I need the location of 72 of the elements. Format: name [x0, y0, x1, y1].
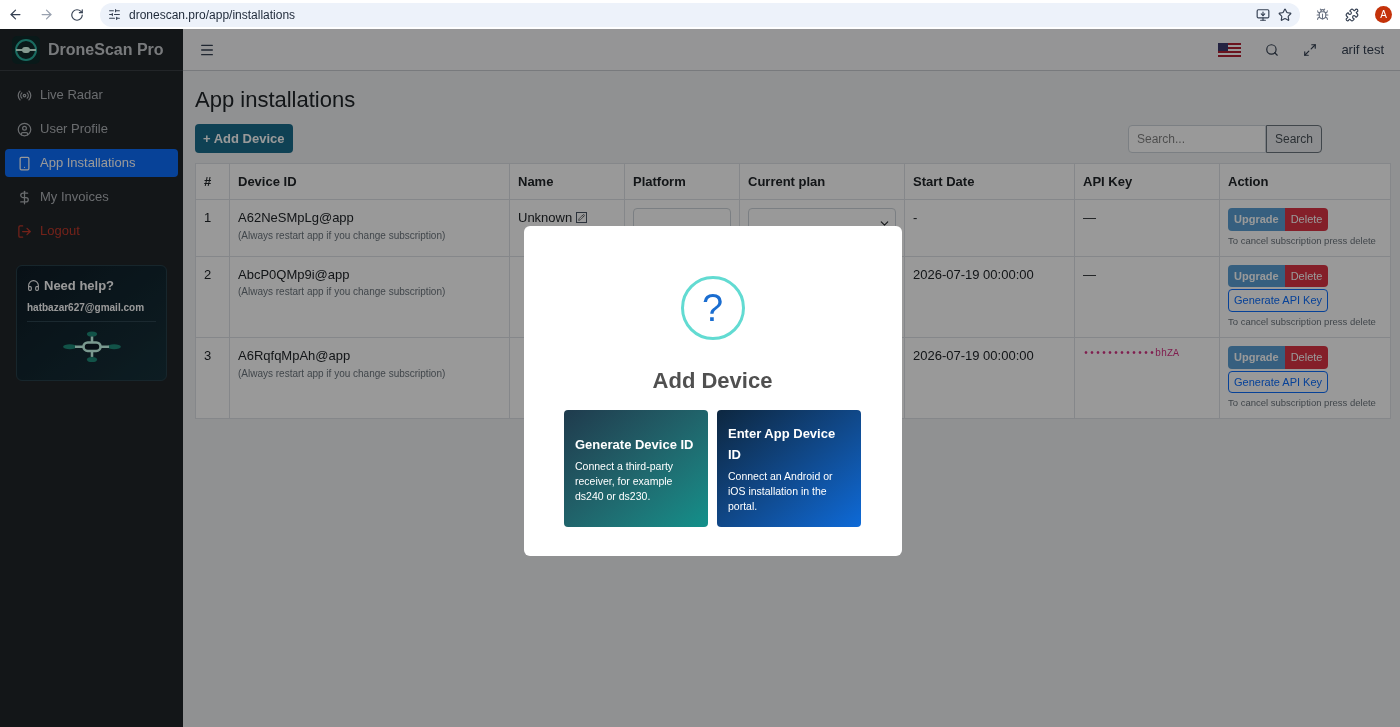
- sidebar-item[interactable]: App Installations: [5, 149, 178, 177]
- device-id: A6RqfqMpAh@app: [238, 347, 352, 365]
- user-name[interactable]: arif test: [1341, 39, 1384, 60]
- help-title: Need help?: [44, 277, 115, 295]
- sidebar-item[interactable]: Live Radar: [5, 81, 178, 109]
- table-cell: -: [904, 199, 1075, 257]
- api-key: —: [1074, 199, 1220, 257]
- table-cell: 2026-07-19 00:00:00: [904, 256, 1075, 338]
- bookmark-star-icon[interactable]: [1278, 7, 1292, 22]
- forward-icon[interactable]: [39, 7, 54, 22]
- dialog-title: Add Device: [652, 367, 773, 395]
- cancel-hint: To cancel subscription press delete: [1228, 233, 1377, 248]
- column-header: Action: [1219, 163, 1391, 200]
- add-device-button[interactable]: + Add Device: [195, 124, 293, 153]
- nav-icon: [17, 189, 32, 205]
- column-header: #: [195, 163, 230, 200]
- install-icon[interactable]: [1256, 7, 1270, 22]
- restart-note: (Always restart app if you change subscription): [238, 285, 447, 300]
- api-key: ••••••••••••bhZA: [1074, 337, 1220, 419]
- delete-button[interactable]: Delete: [1284, 208, 1329, 231]
- upgrade-button[interactable]: Upgrade: [1228, 264, 1285, 288]
- table-cell: 1: [195, 199, 230, 257]
- url-text: dronescan.pro/app/installations: [129, 6, 296, 24]
- sidebar-item[interactable]: My Invoices: [5, 183, 178, 211]
- api-key: —: [1074, 256, 1220, 338]
- address-bar[interactable]: dronescan.pro/app/installations: [100, 2, 1300, 27]
- search-icon[interactable]: [1265, 42, 1280, 57]
- profile-avatar[interactable]: A: [1375, 6, 1392, 23]
- nav-icon: [17, 223, 32, 239]
- flag-icon[interactable]: [1218, 42, 1242, 57]
- device-id: A62NeSMpLg@app: [238, 209, 355, 227]
- brand-name: DroneScan Pro: [48, 39, 164, 60]
- column-header: Start Date: [904, 163, 1075, 200]
- device-name: Unknown: [518, 209, 573, 227]
- generate-api-key-button[interactable]: Generate API Key: [1228, 370, 1329, 393]
- cancel-hint: To cancel subscription press delete: [1228, 396, 1377, 410]
- search-field[interactable]: Search...: [1127, 124, 1266, 153]
- device-id: AbcP0QMp9i@app: [238, 265, 351, 284]
- option-card[interactable]: Enter App Device ID Connect an Android or iOS installation in the portal.: [717, 410, 861, 527]
- table-cell: 2026-07-19 00:00:00: [904, 337, 1075, 419]
- back-icon[interactable]: [8, 7, 23, 22]
- column-header: Name: [509, 163, 625, 200]
- help-email: hatbazar627@gmail.com: [27, 300, 146, 315]
- upgrade-button[interactable]: Upgrade: [1228, 346, 1285, 369]
- edit-icon[interactable]: [576, 212, 588, 224]
- search-button[interactable]: Search: [1265, 124, 1322, 153]
- column-header: API Key: [1074, 163, 1220, 200]
- restart-note: (Always restart app if you change subscription): [238, 366, 447, 381]
- column-header: Platform: [624, 163, 740, 200]
- column-header: Device ID: [229, 163, 510, 200]
- table-cell: 3: [195, 337, 230, 419]
- delete-button[interactable]: Delete: [1284, 264, 1329, 288]
- question-icon: ?: [680, 276, 745, 340]
- site-settings-icon[interactable]: [108, 8, 121, 21]
- generate-api-key-button[interactable]: Generate API Key: [1228, 289, 1329, 312]
- restart-note: (Always restart app if you change subscription): [238, 228, 447, 243]
- upgrade-button[interactable]: Upgrade: [1228, 208, 1285, 231]
- drone-logo-icon: [12, 35, 40, 64]
- column-header: Current plan: [739, 163, 905, 200]
- headset-icon: [27, 279, 40, 293]
- nav-icon: [17, 121, 32, 137]
- reload-icon[interactable]: [70, 7, 84, 22]
- page-title: App installations: [195, 86, 357, 114]
- nav-icon: [17, 155, 32, 171]
- bug-icon[interactable]: [1316, 8, 1329, 21]
- option-card[interactable]: Generate Device ID Connect a third-party receiver, for example ds240 or ds230.: [564, 410, 708, 527]
- sidebar-item[interactable]: User Profile: [5, 115, 178, 143]
- extensions-icon[interactable]: [1345, 7, 1359, 22]
- table-cell: 2: [195, 256, 230, 338]
- cancel-hint: To cancel subscription press delete: [1228, 314, 1377, 329]
- fullscreen-icon[interactable]: [1303, 42, 1318, 57]
- delete-button[interactable]: Delete: [1284, 346, 1329, 369]
